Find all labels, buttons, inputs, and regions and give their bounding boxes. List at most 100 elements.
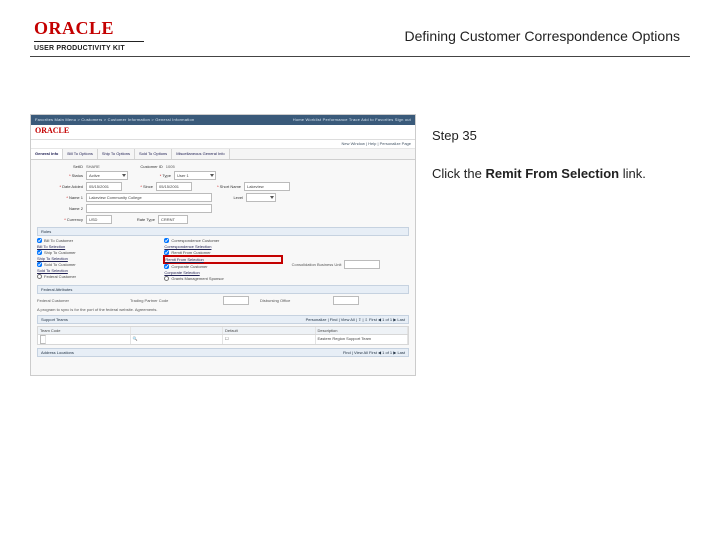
general-info-form: SetID SHARE Customer ID 1005 Status Acti…: [31, 160, 415, 363]
breadcrumb-path[interactable]: Favorites Main Menu > Customers > Custom…: [35, 117, 194, 122]
col-description: Description: [316, 327, 409, 334]
since-input[interactable]: 05/15/2001: [156, 182, 192, 191]
support-teams-title: Support Teams: [41, 317, 68, 322]
support-teams-header: Support Teams Personalize | Find | View …: [37, 315, 409, 324]
ship-to-selection-link[interactable]: Ship To Selection: [37, 256, 68, 261]
tab-strip: General Info Bill To Options Ship To Opt…: [31, 149, 415, 160]
customer-id-label: Customer ID: [103, 164, 163, 169]
status-select[interactable]: Active: [86, 171, 128, 180]
federal-customer-checkbox[interactable]: [37, 274, 42, 279]
breadcrumb-bar: Favorites Main Menu > Customers > Custom…: [31, 115, 415, 125]
type-select[interactable]: User 1: [174, 171, 216, 180]
rate-type-input[interactable]: CRRNT: [158, 215, 188, 224]
consolidation-bu-label: Consolidation Business Unit: [292, 262, 342, 267]
remit-from-customer-checkbox[interactable]: [164, 250, 169, 255]
roles-header: Roles: [37, 227, 409, 236]
cell-description: Eastern Region Support Team: [316, 335, 409, 344]
col-default: Default: [223, 327, 316, 334]
tab-ship-to-options[interactable]: Ship To Options: [98, 149, 135, 159]
disbursing-office-input[interactable]: [333, 296, 359, 305]
logo-subtitle: USER PRODUCTIVITY KIT: [34, 45, 144, 52]
oracle-wordmark: ORACLE: [34, 18, 144, 39]
grants-sponsor-checkbox[interactable]: [164, 276, 169, 281]
page-tool-links[interactable]: New Window | Help | Personalize Page: [31, 140, 415, 149]
rate-type-label: Rate Type: [115, 217, 155, 222]
header-rule: [30, 56, 690, 57]
sold-to-selection-link[interactable]: Sold To Selection: [37, 268, 68, 273]
trading-partner-input[interactable]: [223, 296, 249, 305]
app-screenshot: Favorites Main Menu > Customers > Custom…: [30, 114, 416, 376]
logo-divider: [34, 41, 144, 42]
roles-col-left: Bill To Customer Bill To Selection Ship …: [37, 238, 154, 282]
address-locations-header: Address Locations Find | View All First …: [37, 348, 409, 357]
name2-input[interactable]: [86, 204, 212, 213]
roles-col-right: Consolidation Business Unit: [292, 238, 409, 282]
tab-general-info[interactable]: General Info: [31, 149, 63, 159]
corporate-selection-link[interactable]: Corporate Selection: [164, 270, 199, 275]
support-grid-row: 🔍 ☐ Eastern Region Support Team: [38, 335, 408, 344]
currency-input[interactable]: USD: [86, 215, 112, 224]
global-links[interactable]: Home Worklist Performance Trace Add to F…: [293, 115, 411, 125]
sold-to-customer-label: Sold To Customer: [44, 262, 76, 267]
step-number: Step 35: [432, 128, 477, 143]
trading-partner-label: Trading Partner Code: [130, 298, 220, 303]
currency-label: Currency: [37, 217, 83, 222]
roles-columns: Bill To Customer Bill To Selection Ship …: [37, 238, 409, 282]
level-select[interactable]: [246, 193, 276, 202]
instruction-suffix: link.: [619, 166, 646, 181]
cell-team-code: [38, 335, 131, 344]
level-label: Level: [215, 195, 243, 200]
ship-to-customer-label: Ship To Customer: [44, 250, 76, 255]
status-label: Status: [37, 173, 83, 178]
tab-misc-general-info[interactable]: Miscellaneous General Info: [172, 149, 229, 159]
cell-default[interactable]: ☐: [223, 335, 316, 344]
tab-sold-to-options[interactable]: Sold To Options: [135, 149, 172, 159]
col-lookup: [131, 327, 224, 334]
address-locations-toolbar[interactable]: Find | View All First ◀ 1 of 1 ▶ Last: [343, 350, 405, 355]
instruction-target-link: Remit From Selection: [485, 166, 619, 181]
app-brand: ORACLE: [35, 126, 69, 135]
setid-value: SHARE: [86, 164, 100, 169]
consolidation-bu-input[interactable]: [344, 260, 380, 269]
bill-to-customer-label: Bill To Customer: [44, 238, 73, 243]
ship-to-customer-checkbox[interactable]: [37, 250, 42, 255]
correspondence-customer-checkbox[interactable]: [164, 238, 169, 243]
oracle-logo-block: ORACLE USER PRODUCTIVITY KIT: [34, 18, 144, 52]
federal-note: A program to sync is for the port of the…: [37, 307, 409, 312]
support-teams-grid: Team Code Default Description 🔍 ☐ Easter…: [37, 326, 409, 345]
remit-from-selection-link[interactable]: Remit From Selection: [165, 257, 203, 262]
grants-sponsor-label: Grants Management Sponsor: [171, 276, 223, 281]
name2-label: Name 2: [37, 206, 83, 211]
type-label: Type: [131, 173, 171, 178]
federal-customer-text: Federal Customer: [37, 298, 127, 303]
bill-to-selection-link[interactable]: Bill To Selection: [37, 244, 65, 249]
date-added-input[interactable]: 05/15/2001: [86, 182, 122, 191]
bill-to-customer-checkbox[interactable]: [37, 238, 42, 243]
corporate-customer-checkbox[interactable]: [164, 264, 169, 269]
support-teams-toolbar[interactable]: Personalize | Find | View All | ⇧ | ⇩ Fi…: [306, 317, 405, 322]
correspondence-selection-link[interactable]: Correspondence Selection: [164, 244, 211, 249]
remit-from-customer-label: Remit From Customer: [171, 250, 210, 255]
team-code-input[interactable]: [40, 335, 46, 344]
short-name-input[interactable]: Lakeview: [244, 182, 290, 191]
corporate-customer-label: Corporate Customer: [171, 264, 207, 269]
instruction-text: Click the Remit From Selection link.: [432, 166, 646, 181]
name1-label: Name 1: [37, 195, 83, 200]
since-label: Since: [125, 184, 153, 189]
support-grid-header: Team Code Default Description: [38, 327, 408, 335]
document-title: Defining Customer Correspondence Options: [405, 28, 680, 44]
short-name-label: Short Name: [195, 184, 241, 189]
col-team-code: Team Code: [38, 327, 131, 334]
name1-input[interactable]: Lakeview Community College: [86, 193, 212, 202]
cell-lookup[interactable]: 🔍: [131, 335, 224, 344]
correspondence-customer-label: Correspondence Customer: [171, 238, 219, 243]
customer-id-value: 1005: [166, 164, 175, 169]
app-brand-bar: ORACLE: [31, 125, 415, 140]
federal-attributes-header: Federal Attributes: [37, 285, 409, 294]
date-added-label: Date Added: [37, 184, 83, 189]
sold-to-customer-checkbox[interactable]: [37, 262, 42, 267]
federal-customer-label: Federal Customer: [44, 274, 76, 279]
setid-label: SetID: [37, 164, 83, 169]
disbursing-office-label: Disbursing Office: [260, 298, 330, 303]
tab-bill-to-options[interactable]: Bill To Options: [63, 149, 98, 159]
